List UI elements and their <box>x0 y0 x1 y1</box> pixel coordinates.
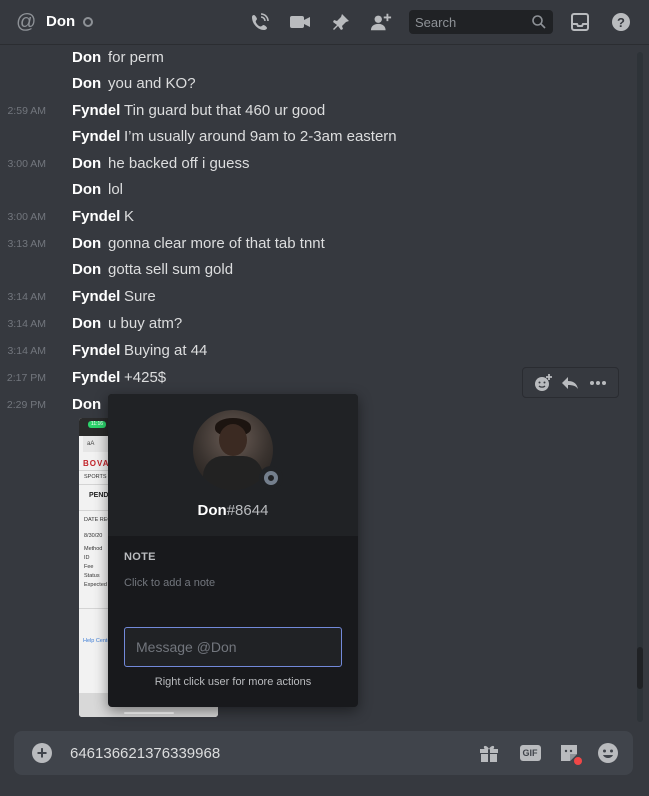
attachment-field: Status <box>84 573 100 579</box>
scrollbar-thumb[interactable] <box>637 647 643 689</box>
attachment-field: Expected <box>84 582 107 588</box>
status-offline-icon <box>259 466 283 490</box>
message-author[interactable]: Fyndel <box>72 341 120 361</box>
message-timestamp: 3:14 AM <box>7 345 46 357</box>
scrollbar-track[interactable] <box>637 52 643 722</box>
attachment-sports: SPORTS <box>84 474 107 480</box>
gift-icon[interactable] <box>477 742 501 764</box>
message-author[interactable]: Don <box>72 234 101 254</box>
message-author[interactable]: Fyndel <box>72 207 120 227</box>
phone-home-indicator <box>124 712 174 714</box>
message-author[interactable]: Don <box>72 314 101 334</box>
message-text: I’m usually around 9am to 2-3am eastern <box>124 128 397 145</box>
message-hover-actions <box>522 367 619 398</box>
message-composer: + GIF <box>14 731 633 775</box>
search-box[interactable] <box>409 10 553 34</box>
message-text: K <box>124 208 135 225</box>
message-author[interactable]: Don <box>72 260 101 280</box>
attachment-pending: PEND <box>89 492 109 499</box>
note-field[interactable]: Click to add a note <box>124 577 215 589</box>
status-offline-icon <box>83 17 93 27</box>
start-video-call-icon[interactable] <box>289 11 311 33</box>
user-profile-popout: Don#8644 NOTE Click to add a note Right … <box>108 394 358 707</box>
add-friends-to-dm-icon[interactable] <box>370 11 392 33</box>
message-text: u buy atm? <box>108 315 183 332</box>
message-timestamp: 2:29 PM <box>6 399 46 411</box>
message-author[interactable]: Don <box>72 395 101 415</box>
message[interactable]: 2:59 AM Fyndel Tin guard but that 460 ur… <box>0 101 630 121</box>
message[interactable]: 3:00 AM Fyndel K <box>0 207 630 227</box>
add-reaction-icon[interactable] <box>532 372 554 394</box>
message-input[interactable] <box>70 731 450 775</box>
pinned-messages-icon[interactable] <box>330 11 352 33</box>
message[interactable]: Don for perm <box>0 48 630 68</box>
attachment-help-link: Help Cente <box>83 638 111 644</box>
channel-title: Don <box>46 13 76 30</box>
gif-label: GIF <box>519 745 541 761</box>
message-text: gotta sell sum gold <box>108 261 234 278</box>
message-user-input[interactable] <box>125 628 341 666</box>
upload-plus-icon[interactable]: + <box>32 743 52 763</box>
message[interactable]: 3:14 AM Fyndel Buying at 44 <box>0 341 630 361</box>
message-author[interactable]: Fyndel <box>72 368 120 388</box>
svg-text:?: ? <box>617 15 625 30</box>
message-text: he backed off i guess <box>108 155 250 172</box>
message[interactable]: Don you and KO? <box>0 74 630 94</box>
search-icon <box>531 14 547 30</box>
more-options-icon[interactable] <box>587 372 609 394</box>
message-text: lol <box>108 181 124 198</box>
search-input[interactable] <box>409 10 529 34</box>
reply-icon[interactable] <box>559 372 581 394</box>
message-author[interactable]: Don <box>72 48 101 68</box>
username-tag[interactable]: Don#8644 <box>108 502 358 519</box>
message[interactable]: 3:13 AM Don gonna clear more of that tab… <box>0 234 630 254</box>
message-author[interactable]: Don <box>72 74 101 94</box>
attachment-field: Fee <box>84 564 94 570</box>
message-author[interactable]: Fyndel <box>72 101 120 121</box>
message[interactable]: Don lol <box>0 180 630 200</box>
message[interactable]: 3:00 AM Don he backed off i guess <box>0 154 630 174</box>
attachment-date-value: 8/30/20 <box>84 533 103 539</box>
popout-tip: Right click user for more actions <box>154 676 312 688</box>
message-timestamp: 3:14 AM <box>7 291 46 303</box>
message-text: Sure <box>124 288 156 305</box>
message-timestamp: 3:00 AM <box>7 211 46 223</box>
attachment-field: Method <box>84 546 103 552</box>
message[interactable]: Fyndel I’m usually around 9am to 2-3am e… <box>0 127 630 147</box>
gif-picker-icon[interactable]: GIF <box>517 742 543 764</box>
message[interactable]: 3:14 AM Fyndel Sure <box>0 287 630 307</box>
message-text: Buying at 44 <box>124 342 208 359</box>
message-author[interactable]: Don <box>72 154 101 174</box>
message-user-box[interactable] <box>124 627 342 667</box>
inbox-icon[interactable] <box>569 11 591 33</box>
message[interactable]: Don gotta sell sum gold <box>0 260 630 280</box>
notification-dot-icon <box>574 757 582 765</box>
message-text: +425$ <box>124 369 167 386</box>
message-text: gonna clear more of that tab tnnt <box>108 235 325 252</box>
avatar-face <box>219 424 247 456</box>
message-timestamp: 3:13 AM <box>7 238 46 250</box>
message-author[interactable]: Fyndel <box>72 287 120 307</box>
phone-time: 11:16 <box>88 421 106 428</box>
message-author[interactable]: Fyndel <box>72 127 120 147</box>
message-timestamp: 2:59 AM <box>7 105 46 117</box>
message-timestamp: 3:14 AM <box>7 318 46 330</box>
message-text: Tin guard but that 460 ur good <box>124 102 326 119</box>
note-label: NOTE <box>124 551 156 563</box>
message-text: for perm <box>108 49 164 66</box>
message-text: you and KO? <box>108 75 196 92</box>
attachment-field: ID <box>84 555 90 561</box>
message-timestamp: 3:00 AM <box>7 158 46 170</box>
help-icon[interactable]: ? <box>610 11 632 33</box>
avatar-body <box>203 456 263 490</box>
channel-header: @ Don ? <box>0 0 649 45</box>
username: Don <box>197 502 227 519</box>
emoji-picker-icon[interactable] <box>596 742 620 764</box>
message-author[interactable]: Don <box>72 180 101 200</box>
message-timestamp: 2:17 PM <box>6 372 46 384</box>
message[interactable]: 3:14 AM Don u buy atm? <box>0 314 630 334</box>
at-icon: @ <box>16 11 37 33</box>
start-voice-call-icon[interactable] <box>249 11 271 33</box>
discriminator: #8644 <box>226 502 269 519</box>
